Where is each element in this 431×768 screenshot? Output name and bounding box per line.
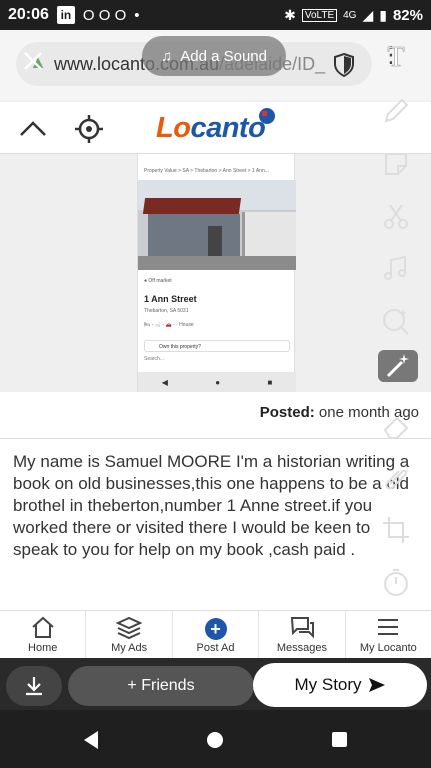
snap-share-bar: + Friends My Story: [0, 658, 431, 710]
pencil-icon[interactable]: [380, 95, 412, 127]
paperclip-icon[interactable]: [380, 462, 412, 494]
nav-my-ads[interactable]: My Ads: [86, 611, 173, 658]
listing-screenshot[interactable]: Property Value > SA > Thebarton > Ann St…: [137, 154, 296, 392]
site-header: Locanto: [0, 102, 431, 154]
nav-my-locanto[interactable]: My Locanto: [346, 611, 431, 658]
preview-search: Search...: [144, 356, 165, 362]
close-icon[interactable]: [22, 50, 44, 72]
status-bar: 20:06 in O O O • ✱ VoLTE 4G ◢ ▮ 82%: [0, 0, 431, 30]
nav-home-label: Home: [28, 642, 58, 654]
nav-post-ad[interactable]: + Post Ad: [173, 611, 260, 658]
crop-icon[interactable]: [380, 514, 412, 546]
nav-messages[interactable]: Messages: [259, 611, 346, 658]
music-note-icon: ♫: [161, 47, 173, 65]
preview-nav: ◀ ● ■: [138, 372, 296, 392]
chevron-up-icon[interactable]: [18, 114, 48, 144]
volte-badge: VoLTE: [301, 8, 338, 22]
add-sound-button[interactable]: ♫ Add a Sound: [142, 36, 286, 76]
chat-icon: [290, 617, 314, 639]
plus-icon: +: [204, 618, 227, 640]
notification-icons: O O O: [82, 6, 127, 24]
description-text: My name is Samuel MOORE I'm a historian …: [13, 452, 410, 559]
home-button[interactable]: [207, 732, 223, 748]
back-icon: ◀: [161, 377, 168, 387]
linkedin-icon: in: [56, 6, 75, 24]
status-time: 20:06: [8, 6, 49, 23]
locanto-bottom-nav: Home My Ads + Post Ad Messages My Locant…: [0, 610, 431, 658]
recents-button[interactable]: [332, 732, 347, 747]
nav-my-locanto-label: My Locanto: [359, 642, 417, 654]
home-icon: ●: [215, 377, 221, 387]
my-story-button[interactable]: My Story: [253, 663, 427, 707]
preview-features: 🛏 - 🛁 - 🚗 - · House: [144, 322, 194, 328]
nav-home[interactable]: Home: [0, 611, 87, 658]
add-sound-label: Add a Sound: [180, 47, 267, 65]
battery-percent: 82%: [392, 6, 423, 24]
lens-search-icon[interactable]: [380, 304, 412, 336]
download-icon: [26, 677, 42, 696]
house-photo: [138, 180, 296, 270]
music-icon[interactable]: [380, 252, 412, 284]
battery-icon: ▮: [379, 6, 387, 23]
preview-breadcrumb: Property Value > SA > Thebarton > Ann St…: [144, 168, 269, 174]
location-target-icon[interactable]: [74, 114, 104, 144]
ad-description: My name is Samuel MOORE I'm a historian …: [0, 438, 431, 610]
svg-text:T: T: [387, 42, 404, 72]
sticker-icon[interactable]: [380, 148, 412, 180]
preview-suburb: Thebarton, SA 5031: [144, 308, 189, 314]
off-market-label: ● Off market: [144, 278, 172, 284]
magic-wand-icon: [386, 354, 409, 378]
locanto-logo[interactable]: Locanto: [156, 112, 266, 145]
eraser-icon[interactable]: [380, 410, 412, 442]
android-nav-bar: [0, 710, 431, 768]
text-tool-icon[interactable]: T: [380, 40, 412, 72]
preview-address: 1 Ann Street: [144, 294, 197, 304]
nav-messages-label: Messages: [276, 642, 327, 654]
magic-wand-button[interactable]: [378, 350, 418, 382]
network-label: 4G: [343, 9, 357, 21]
posted-row: Posted: one month ago: [0, 392, 431, 440]
signal-icon: ◢: [362, 6, 374, 23]
scissors-icon[interactable]: [380, 200, 412, 232]
bluetooth-icon: ✱: [284, 6, 296, 23]
back-icon[interactable]: [82, 730, 100, 750]
own-property-box: Own this property?: [144, 340, 290, 352]
stack-icon: [116, 616, 143, 640]
listing-image-area: Property Value > SA > Thebarton > Ann St…: [0, 154, 431, 392]
send-arrow-icon: [368, 678, 385, 692]
australia-flag-icon: [259, 108, 275, 124]
home-icon: [32, 616, 54, 638]
status-dot: •: [134, 6, 140, 24]
my-story-label: My Story: [294, 675, 362, 694]
friends-button[interactable]: + Friends: [68, 666, 254, 706]
shield-icon[interactable]: [332, 52, 356, 78]
timer-icon[interactable]: [380, 566, 412, 598]
nav-my-ads-label: My Ads: [111, 642, 148, 654]
download-button[interactable]: [6, 666, 62, 706]
nav-post-ad-label: Post Ad: [196, 642, 235, 654]
recents-icon: ■: [267, 377, 273, 387]
hamburger-icon: [378, 619, 399, 635]
